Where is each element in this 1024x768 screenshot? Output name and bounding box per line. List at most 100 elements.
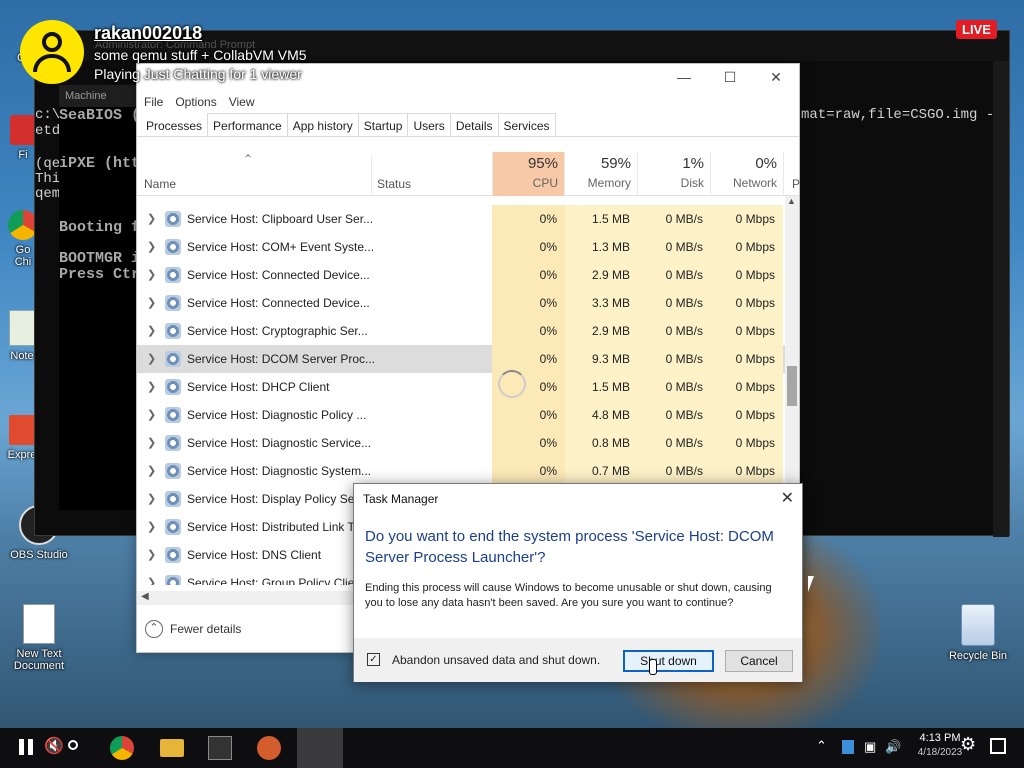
desktop-icon-recycle-bin[interactable]: Recycle Bin [938, 604, 1018, 662]
scrollbar-thumb[interactable] [787, 366, 797, 406]
service-host-icon [165, 575, 181, 585]
column-memory[interactable]: 59% Memory [565, 152, 638, 196]
expand-chevron-icon[interactable]: ❯ [147, 548, 156, 561]
minimize-button[interactable]: — [661, 64, 707, 91]
menu-options[interactable]: Options [175, 91, 216, 113]
expand-chevron-icon[interactable]: ❯ [147, 212, 156, 225]
cpu-cell: 0% [492, 233, 565, 261]
table-row[interactable]: ❯ Service Host: Connected Device... 0% 2.9 … [137, 261, 787, 289]
close-button[interactable]: ✕ [753, 64, 799, 91]
stream-title: some qemu stuff + CollabVM VM5 [94, 47, 307, 63]
table-row[interactable]: ❯ Service Host: DCOM Server Proc... 0% 9.3 … [137, 345, 787, 373]
dialog-footer: ✓ Abandon unsaved data and shut down. Sh… [354, 638, 802, 682]
desktop-icon-new-text-document[interactable]: New Text Document [4, 604, 74, 672]
tab-startup[interactable]: Startup [357, 113, 409, 136]
pause-icon[interactable] [16, 736, 40, 760]
desktop-icon-label: Fi [18, 149, 28, 161]
service-host-icon [165, 211, 181, 227]
abandon-data-checkbox-label[interactable]: Abandon unsaved data and shut down. [392, 653, 600, 667]
network-cell: 0 Mbps [711, 317, 783, 345]
fewer-details-button[interactable]: ⌃ Fewer details [145, 620, 241, 638]
menu-file[interactable]: File [144, 91, 163, 113]
memory-cell: 1.5 MB [565, 205, 638, 233]
live-badge: LIVE [956, 20, 997, 39]
tab-performance[interactable]: Performance [207, 113, 288, 136]
cmd-scrollbar[interactable] [993, 61, 1009, 537]
table-row[interactable]: ❯ Service Host: COM+ Event Syste... 0% 1.3 … [137, 233, 787, 261]
service-host-icon [165, 323, 181, 339]
scroll-left-arrow-icon[interactable]: ◀ [141, 591, 149, 602]
end-process-dialog[interactable]: Task Manager ✕ Do you want to end the sy… [353, 483, 803, 682]
scroll-up-arrow-icon[interactable]: ▲ [787, 196, 796, 206]
abandon-data-checkbox[interactable]: ✓ [367, 653, 380, 666]
column-status[interactable]: Status [377, 177, 411, 191]
network-icon[interactable]: ▣ [864, 739, 876, 768]
tab-services[interactable]: Services [497, 113, 556, 136]
expand-chevron-icon[interactable]: ❯ [147, 436, 156, 449]
expand-chevron-icon[interactable]: ❯ [147, 324, 156, 337]
desktop-icon-label: Recycle Bin [948, 650, 1008, 662]
process-name: Service Host: COM+ Event Syste... [187, 240, 375, 254]
process-name: Service Host: Clipboard User Ser... [187, 212, 374, 226]
desktop-icon-label: Note [10, 350, 34, 362]
service-host-icon [165, 463, 181, 479]
tab-details[interactable]: Details [449, 113, 499, 136]
cmd-line: Thi [35, 171, 61, 187]
desktop-icon-label: Go Chi [14, 244, 32, 268]
expand-chevron-icon[interactable]: ❯ [147, 520, 156, 533]
expand-chevron-icon[interactable]: ❯ [147, 296, 156, 309]
network-cell: 0 Mbps [711, 457, 783, 485]
active-app-icon[interactable] [297, 728, 343, 768]
network-cell: 0 Mbps [711, 401, 783, 429]
table-row[interactable]: ❯ Service Host: Connected Device... 0% 3.3 … [137, 289, 787, 317]
desktop-icon-label: Expre [7, 449, 37, 461]
expand-chevron-icon[interactable]: ❯ [147, 464, 156, 477]
expand-chevron-icon[interactable]: ❯ [147, 268, 156, 281]
table-row[interactable]: ❯ Service Host: Cryptographic Ser... 0% 2.9… [137, 317, 787, 345]
settings-gear-icon[interactable]: ⚙ [960, 734, 976, 768]
table-row[interactable]: ❯ Service Host: Diagnostic System... 0% 0.7… [137, 457, 787, 485]
table-row[interactable]: ❯ Service Host: Clipboard User Ser... 0% 1.… [137, 205, 787, 233]
service-host-icon [165, 267, 181, 283]
paint-icon[interactable] [257, 736, 281, 760]
cmd-line: (qe [35, 156, 61, 172]
process-name: Service Host: Diagnostic Service... [187, 436, 372, 450]
maximize-button[interactable]: ☐ [707, 64, 753, 91]
file-explorer-icon[interactable] [160, 739, 184, 757]
expand-chevron-icon[interactable]: ❯ [147, 380, 156, 393]
tab-processes[interactable]: Processes [140, 113, 209, 136]
search-icon[interactable] [64, 736, 88, 760]
menu-view[interactable]: View [229, 91, 255, 113]
cpu-cell: 0% [492, 345, 565, 373]
expand-chevron-icon[interactable]: ❯ [147, 240, 156, 253]
column-name[interactable]: Name [144, 177, 176, 191]
expand-chevron-icon[interactable]: ❯ [147, 492, 156, 505]
column-network[interactable]: 0% Network [711, 152, 784, 196]
chrome-taskbar-icon[interactable] [110, 736, 134, 760]
shut-down-button[interactable]: Shut down [623, 650, 714, 672]
memory-cell: 4.8 MB [565, 401, 638, 429]
tab-users[interactable]: Users [407, 113, 451, 136]
table-row[interactable]: ❯ Service Host: Diagnostic Service... 0% 0.… [137, 429, 787, 457]
tray-app-icon[interactable] [842, 740, 854, 754]
table-row[interactable]: ❯ Service Host: DHCP Client 0% 1.5 MB 0 MB/s… [137, 373, 787, 401]
busy-spinner-icon [498, 370, 526, 398]
stream-username[interactable]: rakan002018 [94, 23, 307, 44]
expand-chevron-icon[interactable]: ❯ [147, 352, 156, 365]
column-disk[interactable]: 1% Disk [638, 152, 711, 196]
tray-chevron-icon[interactable]: ⌃ [816, 738, 827, 768]
column-power[interactable]: P [792, 177, 800, 191]
column-cpu[interactable]: 95% CPU [492, 152, 565, 196]
expand-chevron-icon[interactable]: ❯ [147, 408, 156, 421]
avatar[interactable] [20, 20, 84, 84]
tab-app-history[interactable]: App history [286, 113, 359, 136]
expand-chevron-icon[interactable]: ❯ [147, 576, 156, 585]
volume-icon[interactable]: 🔊 [885, 739, 901, 768]
dialog-close-icon[interactable]: ✕ [781, 488, 794, 508]
cpu-cell: 0% [492, 205, 565, 233]
cancel-button[interactable]: Cancel [725, 650, 793, 672]
fewer-details-label: Fewer details [170, 622, 242, 636]
terminal-icon[interactable] [208, 736, 232, 760]
table-row[interactable]: ❯ Service Host: Diagnostic Policy ... 0% 4.… [137, 401, 787, 429]
fullscreen-icon[interactable] [990, 738, 1006, 754]
